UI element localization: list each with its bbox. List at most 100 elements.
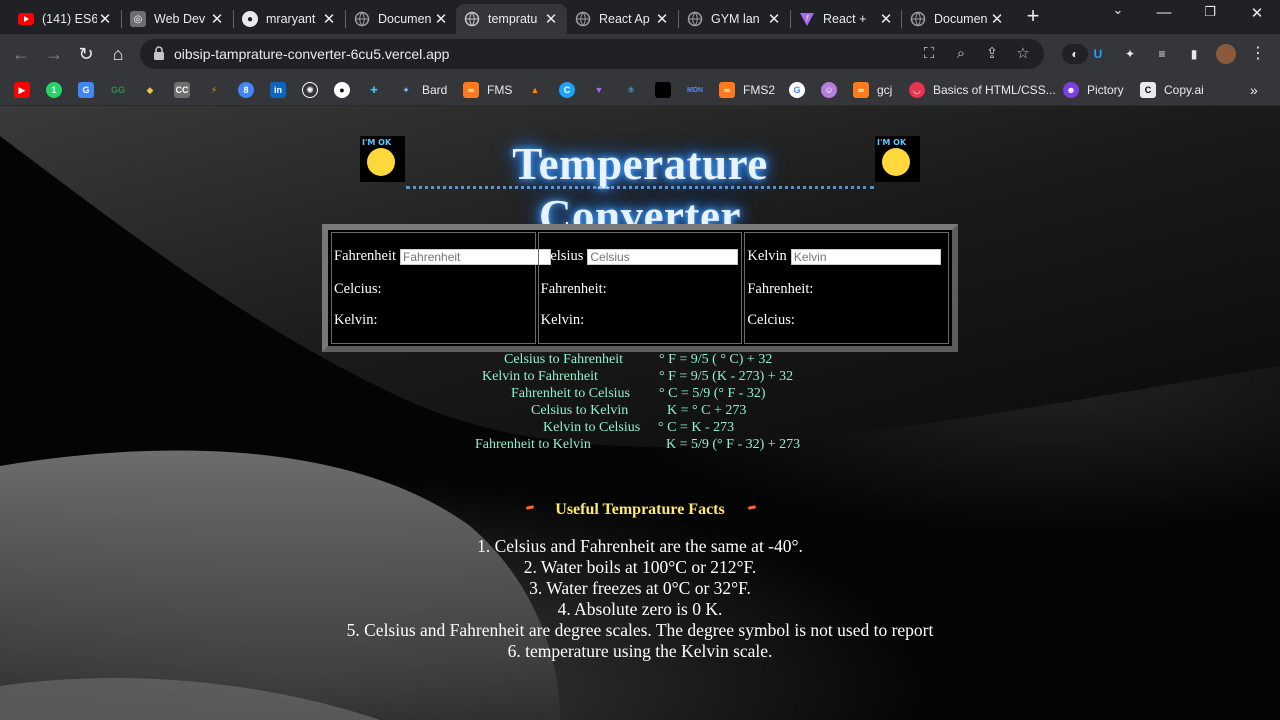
bookmark-chrome-badge[interactable]: 8 [238,81,254,99]
fahrenheit-input[interactable] [400,248,552,265]
side-panel-icon[interactable]: ▮ [1184,44,1204,64]
close-icon[interactable]: ✕ [433,10,449,28]
bookmark-translate[interactable]: G [78,81,94,99]
minimize-icon[interactable]: — [1152,4,1176,21]
extension-u-icon[interactable]: U [1088,44,1108,64]
tab-react-app[interactable]: React Ap ✕ [567,4,678,34]
mountain-icon: ▲ [530,85,540,95]
tab-label: tempratu [488,12,538,26]
new-tab-button[interactable]: + [1022,5,1044,27]
forward-icon[interactable]: → [43,43,65,65]
formula-text: ° F = 9/5 (K - 273) + 32 [659,369,794,384]
tab-label: Web Dev [154,12,206,26]
back-icon[interactable]: ← [10,43,32,65]
tab-document-2[interactable]: Documen ✕ [902,4,1013,34]
tab-web-dev[interactable]: ◎ Web Dev ✕ [122,4,233,34]
bookmark-gfg[interactable]: GG [110,81,126,99]
share-icon[interactable]: ⇪ [983,45,1001,63]
extensions-puzzle-icon[interactable]: ✦ [1120,44,1140,64]
address-bar[interactable]: oibsip-tamprature-converter-6cu5.vercel.… [140,39,1044,69]
close-icon[interactable]: ✕ [543,10,559,28]
tab-temperature-active[interactable]: tempratu ✕ [456,4,567,34]
black-square-icon [655,82,671,98]
extension-dark-icon[interactable]: ◐ [1062,44,1088,64]
bookmark-label: Basics of HTML/CSS... [933,83,1056,97]
tab-gym-landing[interactable]: GYM lan ✕ [679,4,790,34]
close-icon[interactable]: ✕ [321,10,337,28]
pictory-icon: ☻ [1063,82,1079,98]
bookmark-codeforces[interactable]: ◆ [142,81,158,99]
bookmark-cc[interactable]: CC [174,81,190,99]
kelvin-output: Kelvin: [540,312,585,328]
tab-label: Documen [934,12,988,26]
bookmark-basics-html-css[interactable]: ◡ Basics of HTML/CSS... [909,81,1056,99]
bookmark-label: FMS [487,83,513,97]
close-icon[interactable]: ✕ [989,10,1005,28]
github-icon: ● [242,11,258,27]
tab-document-1[interactable]: Documen ✕ [346,4,457,34]
reload-icon[interactable]: ↻ [75,43,97,65]
zoom-icon[interactable]: ⌕ [952,45,970,63]
bookmark-black[interactable] [655,81,671,99]
formula-text: ° C = K - 273 [658,420,735,435]
media-control-icon[interactable]: ≡ [1152,44,1172,64]
close-icon[interactable]: ✕ [654,10,670,28]
bookmark-mdn[interactable]: MDN [687,81,703,99]
close-icon[interactable]: ✕ [878,10,894,28]
close-icon[interactable]: ✕ [97,10,113,28]
beaker-icon: ◡ [909,82,925,98]
bookmark-github[interactable]: ● [334,81,350,99]
kelvin-label: Kelvin [747,248,787,264]
avatar[interactable] [1216,44,1236,64]
bookmark-mountain[interactable]: ▲ [527,81,543,99]
bookmark-c[interactable]: C [559,81,575,99]
bookmark-slack[interactable]: ✚ [366,81,382,99]
bookmark-google[interactable]: G [789,81,805,99]
title-underline [406,186,874,189]
bookmark-linkedin[interactable]: in [270,81,286,99]
bookmark-fms2[interactable]: ∞ FMS2 [719,81,775,99]
tab-label: (141) ES6 [42,12,97,26]
close-icon[interactable]: ✕ [209,10,225,28]
window-close-icon[interactable]: ✕ [1245,4,1269,22]
translate-icon: G [78,82,94,98]
fahrenheit-output: Fahrenheit: [747,281,814,297]
close-icon[interactable]: ✕ [766,10,782,28]
bookmark-gcj[interactable]: ∞ gcj [853,81,892,99]
formula-name: Celsius to Fahrenheit [504,352,623,367]
translate-icon[interactable]: ⛶ [920,45,938,63]
bookmark-react[interactable]: ⚛ [623,81,639,99]
bookmark-star-icon[interactable]: ☆ [1014,45,1032,63]
celsius-input[interactable] [587,248,739,265]
bookmark-bard[interactable]: ✦ Bard [398,81,447,99]
bookmark-vue[interactable]: ▼ [591,81,607,99]
c-icon: C [559,82,575,98]
url-text: oibsip-tamprature-converter-6cu5.vercel.… [174,46,450,62]
globe-icon [575,11,591,27]
tab-youtube-es6[interactable]: (141) ES6 ✕ [10,4,121,34]
formula-name: Kelvin to Celsius [543,420,641,435]
codeforces-icon: ◆ [146,84,154,95]
restore-icon[interactable]: ❐ [1198,4,1222,20]
bookmark-pictory[interactable]: ☻ Pictory [1063,81,1124,99]
tab-github[interactable]: ● mraryant ✕ [234,4,345,34]
menu-kebab-icon[interactable]: ⋮ [1248,44,1268,64]
bookmark-openai[interactable]: ✺ [302,81,318,99]
kelvin-input[interactable] [790,248,941,265]
home-icon[interactable]: ⌂ [107,43,129,65]
tab-search-icon[interactable]: ⌄ [1106,2,1130,18]
bookmark-whatsapp[interactable]: 1 [46,81,62,99]
bookmark-stackblitz[interactable]: ⚡ [206,81,222,99]
tab-react-vite[interactable]: React + ✕ [791,4,902,34]
google-icon: G [789,82,805,98]
fms-icon: ∞ [463,82,479,98]
bookmark-copyai[interactable]: C Copy.ai [1140,81,1204,99]
bookmark-youtube[interactable]: ▶ [14,81,30,99]
mdn-icon: MDN [687,86,703,94]
bard-icon: ✦ [402,84,410,95]
bookmark-label: FMS2 [743,83,776,97]
bookmark-profile[interactable]: ☺ [821,81,837,99]
bookmarks-overflow-icon[interactable]: » [1250,81,1258,99]
tab-label: React + [823,12,867,26]
bookmark-fms[interactable]: ∞ FMS [463,81,512,99]
